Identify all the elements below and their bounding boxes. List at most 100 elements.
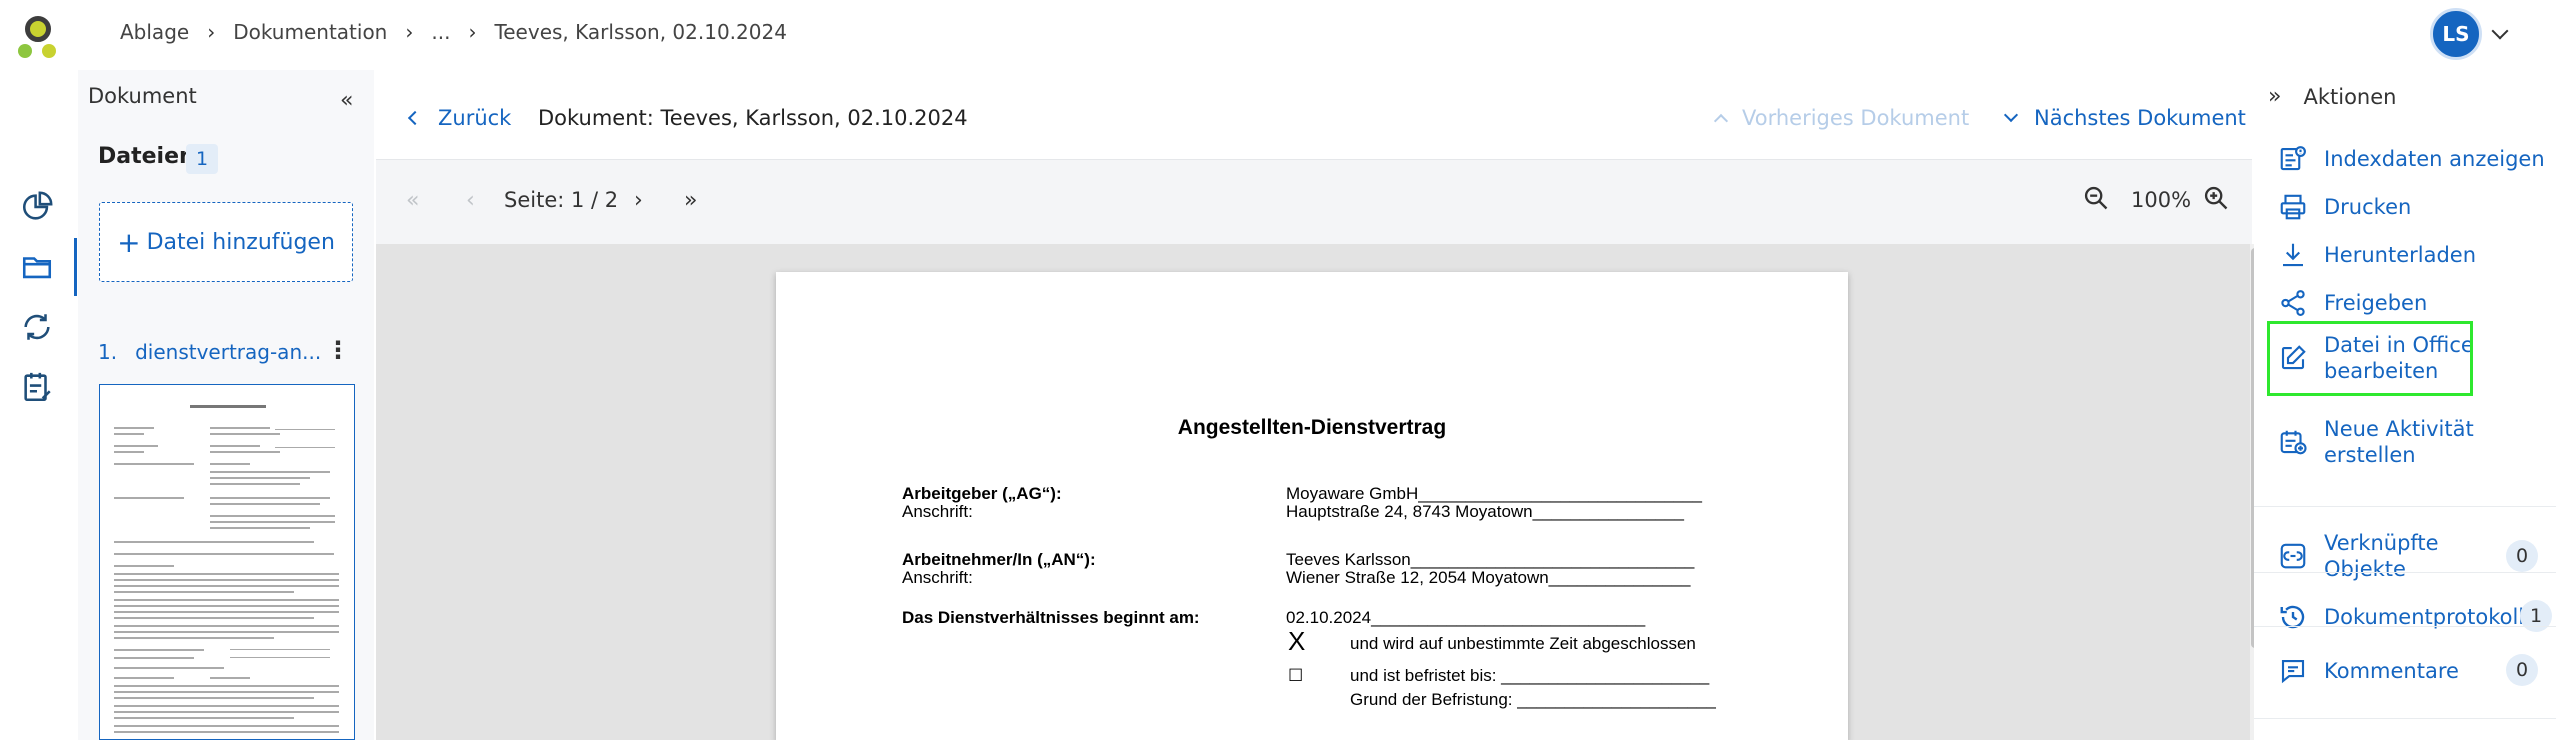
next-page-icon[interactable]: › [634,188,643,213]
dashboard-pie-icon[interactable] [20,190,54,224]
chevron-right-icon: › [468,20,477,44]
first-page-icon[interactable]: « [406,188,419,213]
action-label: Freigeben [2324,291,2428,315]
page-indicator: Seite: 1 / 2 [504,188,619,212]
action-label: Neue Aktivität erstellen [2324,416,2474,468]
previous-document-button[interactable]: Vorheriges Dokument [1713,106,1970,130]
chevron-right-icon: › [207,20,216,44]
document-protocol[interactable]: Dokumentprotokoll [2278,602,2524,632]
divider [2254,506,2556,507]
breadcrumb-item-ellipsis[interactable]: ... [431,20,450,44]
action-label-line2: erstellen [2324,443,2416,467]
breadcrumb: Ablage › Dokumentation › ... › Teeves, K… [120,20,787,44]
task-list-icon[interactable] [20,370,54,404]
checkbox-empty: ☐ [1288,666,1304,685]
logo-dot-left [18,44,32,58]
folder-icon[interactable] [20,250,54,284]
file-number: 1. [98,340,118,364]
actions-header: » Aktionen [2268,84,2396,109]
document-page: Angestellten-Dienstvertrag Arbeitgeber (… [776,272,1848,740]
avatar[interactable]: LS [2430,8,2482,60]
page-thumbnail[interactable] [99,384,355,740]
collapse-left-icon[interactable]: « [340,88,353,113]
files-count-badge: 1 [186,144,218,174]
page-heading: Angestellten-Dienstvertrag [1177,416,1447,439]
employer-address-label: Anschrift: [902,502,973,521]
employee-address-label: Anschrift: [902,568,973,587]
logo-dot-top [25,16,51,42]
files-heading: Dateien [98,144,195,169]
action-share[interactable]: Freigeben [2278,288,2427,318]
file-list-item[interactable]: 1. dienstvertrag-an... ⋮ [98,332,360,372]
actions-panel: » Aktionen Indexdaten anzeigen Drucken H… [2254,70,2556,740]
option-unlimited: und wird auf unbestimmte Zeit abgeschlos… [1350,634,1696,653]
action-download[interactable]: Herunterladen [2278,240,2476,270]
option-limited: und ist befristet bis: _________________… [1350,666,1710,685]
zoom-out-icon[interactable] [2082,184,2110,218]
checkbox-checked: X [1288,626,1306,656]
app-logo[interactable] [18,16,62,60]
breadcrumb-item-current: Teeves, Karlsson, 02.10.2024 [494,20,787,44]
start-value: 02.10.2024_____________________________ [1286,608,1646,627]
linked-label-line1: Verknüpfte [2324,531,2439,555]
chevron-down-icon[interactable] [2491,22,2509,40]
comment-icon [2281,659,2305,684]
printer-icon [2280,194,2306,220]
linked-objects[interactable]: Verknüpfte Objekte [2278,530,2439,582]
employer-value: Moyaware GmbH___________________________… [1286,484,1702,503]
action-print[interactable]: Drucken [2278,192,2411,222]
zoom-in-icon[interactable] [2202,184,2230,218]
file-name[interactable]: dienstvertrag-an... [135,340,321,364]
divider [2254,572,2556,573]
breadcrumb-item-ablage[interactable]: Ablage [120,20,189,44]
more-vertical-icon[interactable]: ⋮ [326,336,350,364]
action-label-line1: Neue Aktivität [2324,417,2474,441]
index-data-icon [2280,146,2306,171]
viewer-header: Zurück Dokument: Teeves, Karlsson, 02.10… [376,70,2252,160]
panel-title: Dokument [88,84,197,108]
limitation-reason: Grund der Befristung: __________________… [1350,690,1716,709]
chevron-right-icon: › [405,20,414,44]
back-label: Zurück [438,106,512,130]
zoom-level: 100% [2131,188,2192,212]
logo-dot-right [42,44,56,58]
employee-address: Wiener Straße 12, 2054 Moyatown_________… [1286,568,1691,587]
plus-icon: + [117,225,141,259]
share-icon [2281,290,2305,316]
action-new-activity[interactable]: Neue Aktivität erstellen [2278,416,2474,468]
comments-count-badge: 0 [2506,654,2538,686]
divider [2254,626,2556,627]
employer-address: Hauptstraße 24, 8743 Moyatown___________… [1286,502,1684,521]
download-icon [2283,243,2303,267]
back-button[interactable]: Zurück [407,106,512,130]
chevron-left-icon [407,110,423,126]
history-icon [2280,605,2305,629]
chevron-down-icon [2003,107,2019,123]
next-document-label: Nächstes Dokument [2034,106,2246,130]
next-document-button[interactable]: Nächstes Dokument [2003,106,2246,130]
sync-icon[interactable] [20,310,54,344]
breadcrumb-item-dokumentation[interactable]: Dokumentation [233,20,387,44]
expand-right-icon[interactable]: » [2268,84,2281,109]
employer-label: Arbeitgeber („AG“): [902,484,1062,503]
nav-rail [0,70,77,740]
comments-label: Kommentare [2324,659,2459,683]
divider [2254,718,2556,719]
link-icon [2280,543,2306,569]
action-index-data[interactable]: Indexdaten anzeigen [2278,144,2545,174]
last-page-icon[interactable]: » [684,188,697,213]
previous-document-label: Vorheriges Dokument [1742,106,1970,130]
actions-title: Aktionen [2303,84,2397,109]
action-label: Herunterladen [2324,243,2477,267]
user-menu[interactable]: LS [2430,8,2509,60]
active-indicator [74,238,77,296]
action-label: Indexdaten anzeigen [2324,147,2545,171]
previous-page-icon[interactable]: ‹ [466,188,475,213]
linked-count-badge: 0 [2506,540,2538,572]
comments[interactable]: Kommentare [2278,656,2459,686]
document-canvas[interactable]: Angestellten-Dienstvertrag Arbeitgeber (… [376,244,2252,740]
add-file-label: Datei hinzufügen [146,229,335,255]
chevron-up-icon [1713,113,1729,129]
add-file-button[interactable]: + Datei hinzufügen [99,202,353,282]
top-bar: Ablage › Dokumentation › ... › Teeves, K… [0,0,2556,70]
